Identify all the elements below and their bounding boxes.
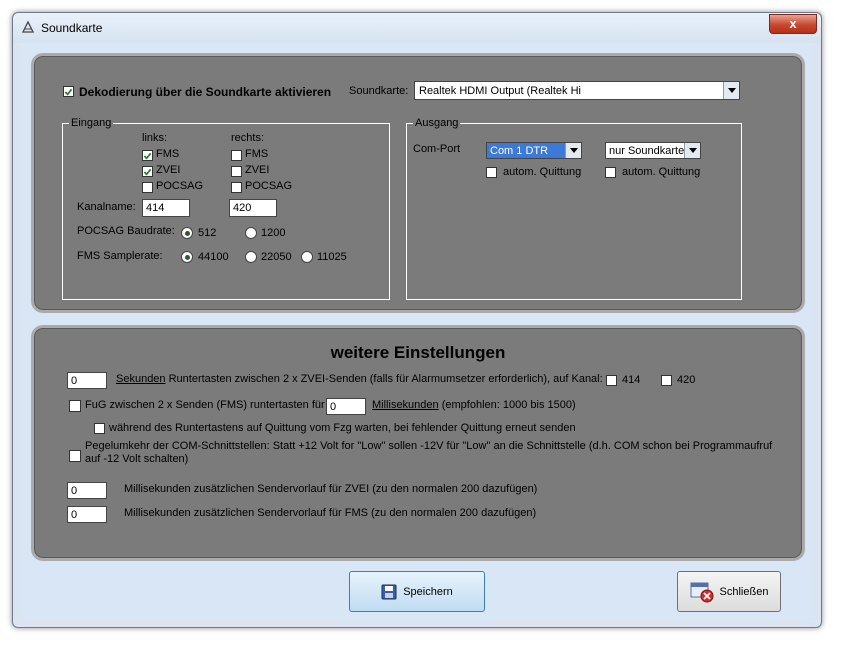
pocsag-512-radio[interactable]	[181, 227, 193, 239]
kanalname-label: Kanalname:	[77, 201, 136, 213]
sekunden-unit: Sekunden	[116, 373, 166, 385]
comport-value: Com 1 DTR	[490, 145, 549, 157]
fug-runtertasten-label: FuG zwischen 2 x Senden (FMS) runtertast…	[85, 399, 325, 411]
fms-millis-input[interactable]: 0	[326, 398, 366, 415]
chan-420-checkbox[interactable]	[661, 375, 672, 386]
empfohlen-hint: (empfohlen: 1000 bis 1500)	[438, 399, 576, 411]
check-icon	[143, 152, 152, 159]
soundkarte-window: Soundkarte x Dekodierung über die Soundk…	[12, 12, 822, 628]
chevron-down-icon[interactable]	[684, 143, 700, 158]
decode-label: Dekodierung über die Soundkarte aktivier…	[79, 85, 332, 99]
right-pocsag-label: POCSAG	[245, 180, 293, 192]
fms-vorlauf-label: Millisekunden zusätzlichen Sendervorlauf…	[124, 507, 537, 519]
title-bar[interactable]: Soundkarte x	[13, 13, 821, 43]
rechts-header: rechts:	[231, 132, 265, 144]
left-pocsag-checkbox[interactable]	[142, 182, 153, 193]
millisekunden-unit: Millisekunden	[372, 399, 439, 411]
pocsag-baudrate-label: POCSAG Baudrate:	[77, 225, 175, 237]
right-zvei-checkbox[interactable]	[231, 166, 242, 177]
fms-22050-label: 22050	[261, 251, 292, 263]
kanal-left-input[interactable]: 414	[142, 199, 190, 217]
chan-414-checkbox[interactable]	[606, 375, 617, 386]
window-title: Soundkarte	[41, 21, 103, 35]
chan-420-label: 420	[677, 374, 696, 386]
top-panel: Dekodierung über die Soundkarte aktivier…	[31, 53, 805, 313]
pegelumkehr-label: Pegelumkehr der COM-Schnittstellen: Stat…	[85, 440, 773, 465]
pocsag-1200-radio[interactable]	[245, 227, 257, 239]
quittung-warten-label: während des Runtertastens auf Quittung v…	[109, 422, 576, 434]
zvei-seconds-text: Sekunden Runtertasten zwischen 2 x ZVEI-…	[116, 373, 603, 385]
auto-quittung-left-label: autom. Quittung	[503, 166, 582, 178]
eingang-group: Eingang links: rechts: FMS ZVEI POCSAG F…	[62, 117, 390, 300]
floppy-disk-icon	[381, 584, 397, 599]
fms-22050-radio[interactable]	[245, 251, 257, 263]
soundcard-label: Soundkarte:	[349, 85, 409, 97]
check-icon	[143, 168, 152, 175]
pocsag-512-label: 512	[198, 227, 217, 239]
chevron-down-icon[interactable]	[565, 143, 581, 158]
fms-samplerate-label: FMS Samplerate:	[77, 250, 163, 262]
left-fms-checkbox[interactable]	[142, 150, 153, 161]
window-close-button[interactable]: x	[769, 14, 817, 34]
save-button[interactable]: Speichern	[349, 571, 485, 612]
chan-414-label: 414	[622, 374, 641, 386]
fms-millis-text: Millisekunden (empfohlen: 1000 bis 1500)	[372, 399, 576, 411]
right-zvei-label: ZVEI	[245, 164, 270, 176]
links-header: links:	[142, 132, 168, 144]
left-pocsag-label: POCSAG	[156, 180, 204, 192]
left-zvei-checkbox[interactable]	[142, 166, 153, 177]
fug-runtertasten-checkbox[interactable]	[69, 400, 81, 412]
check-icon	[64, 88, 73, 95]
fms-44100-radio[interactable]	[181, 251, 193, 263]
auto-quittung-left-checkbox[interactable]	[486, 167, 497, 178]
output-mode-select[interactable]: nur Soundkarte	[605, 142, 701, 159]
zvei-runtertasten-text: Runtertasten zwischen 2 x ZVEI-Senden (f…	[165, 373, 603, 385]
soundcard-select[interactable]: Realtek HDMI Output (Realtek Hi	[414, 81, 740, 100]
pegelumkehr-checkbox[interactable]	[69, 450, 81, 462]
ausgang-group: Ausgang Com-Port Com 1 DTR nur Soundkart…	[406, 117, 742, 300]
eingang-legend: Eingang	[69, 117, 114, 129]
pocsag-1200-label: 1200	[261, 227, 286, 239]
fms-vorlauf-input[interactable]: 0	[67, 506, 107, 523]
decode-checkbox[interactable]	[63, 86, 74, 97]
quittung-warten-checkbox[interactable]	[94, 423, 105, 434]
auto-quittung-right-label: autom. Quittung	[622, 166, 701, 178]
ausgang-legend: Ausgang	[413, 117, 461, 129]
close-button[interactable]: Schließen	[677, 571, 781, 612]
comport-label: Com-Port	[413, 143, 461, 155]
kanal-right-input[interactable]: 420	[229, 199, 277, 217]
close-button-label: Schließen	[719, 585, 769, 598]
output-mode-value: nur Soundkarte	[609, 145, 685, 157]
right-pocsag-checkbox[interactable]	[231, 182, 242, 193]
bottom-panel: weitere Einstellungen 0 Sekunden Runtert…	[31, 325, 805, 561]
zvei-vorlauf-label: Millisekunden zusätzlichen Sendervorlauf…	[124, 483, 538, 495]
save-button-label: Speichern	[403, 585, 453, 598]
fms-11025-label: 11025	[317, 251, 347, 263]
left-fms-label: FMS	[156, 148, 180, 160]
right-fms-label: FMS	[245, 148, 269, 160]
comport-select[interactable]: Com 1 DTR	[486, 142, 582, 159]
fms-11025-radio[interactable]	[301, 251, 313, 263]
chevron-down-icon[interactable]	[723, 82, 739, 99]
zvei-seconds-input[interactable]: 0	[67, 372, 107, 389]
zvei-vorlauf-input[interactable]: 0	[67, 482, 107, 499]
right-fms-checkbox[interactable]	[231, 150, 242, 161]
client-area: Dekodierung über die Soundkarte aktivier…	[21, 43, 813, 619]
weitere-heading: weitere Einstellungen	[330, 343, 506, 362]
close-window-icon	[690, 582, 714, 602]
fms-44100-label: 44100	[198, 251, 229, 263]
soundcard-value: Realtek HDMI Output (Realtek Hi	[419, 85, 581, 97]
app-icon	[21, 20, 35, 33]
auto-quittung-right-checkbox[interactable]	[605, 167, 616, 178]
left-zvei-label: ZVEI	[156, 164, 181, 176]
